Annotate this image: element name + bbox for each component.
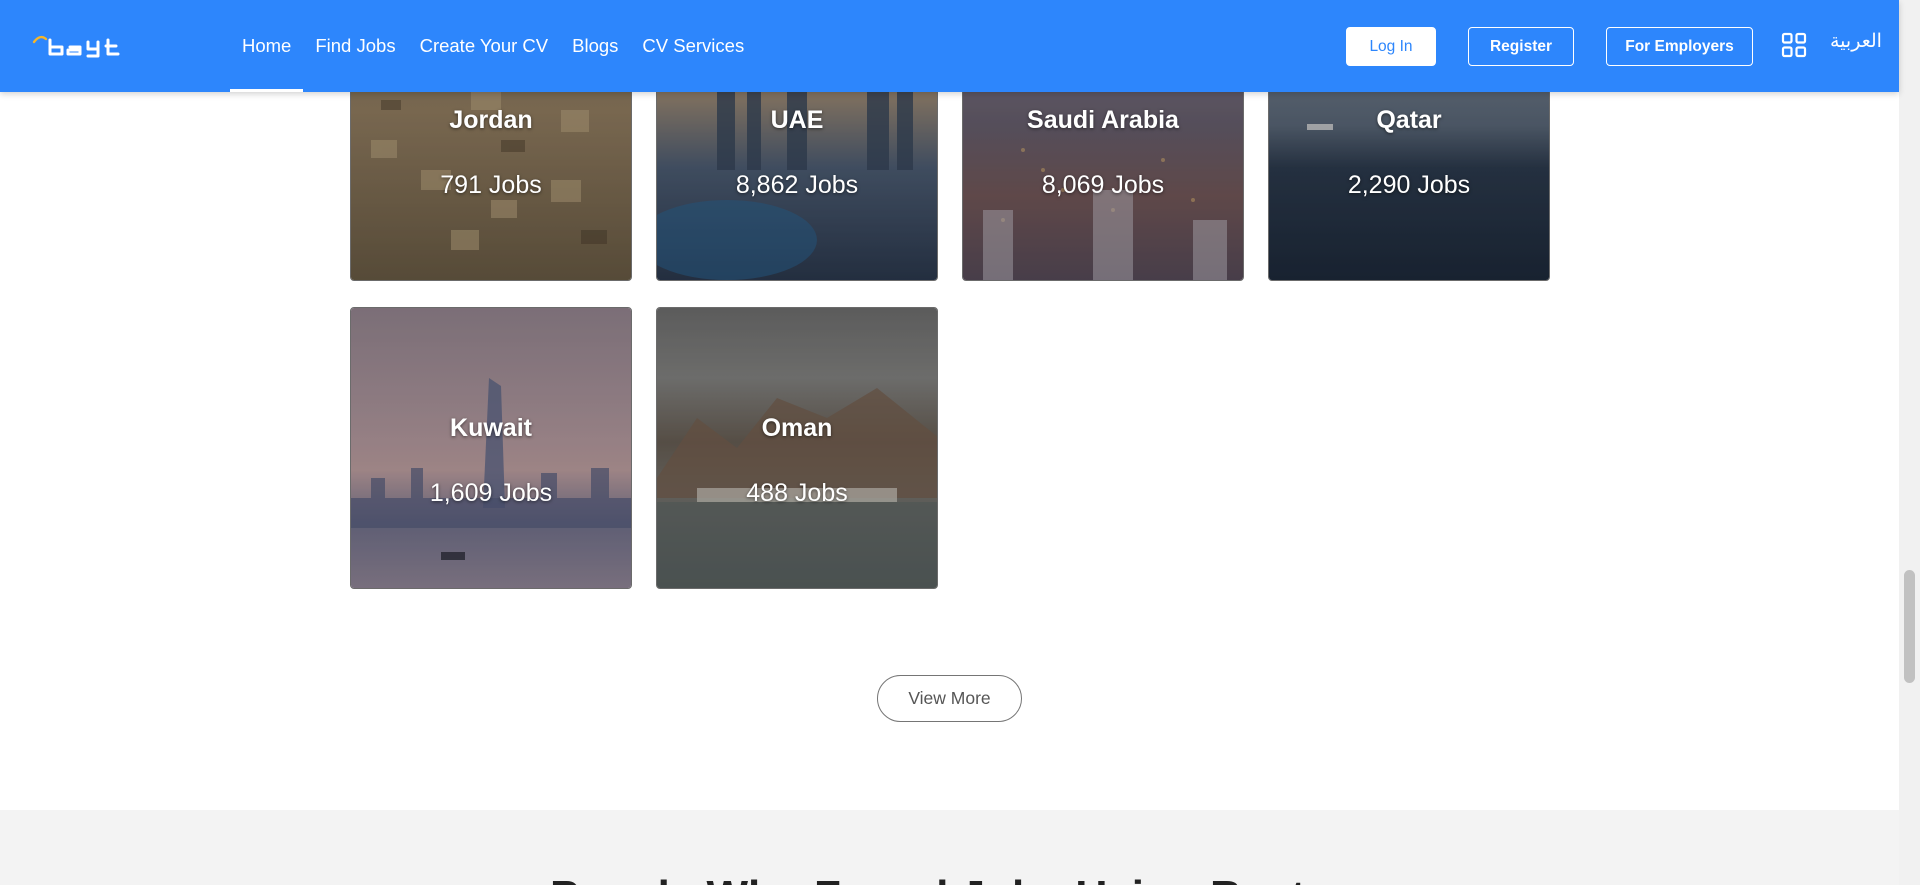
country-name: Qatar bbox=[1376, 106, 1442, 134]
nav-blogs[interactable]: Blogs bbox=[560, 0, 630, 92]
nav-create-cv[interactable]: Create Your CV bbox=[408, 0, 561, 92]
country-job-count: 488 Jobs bbox=[746, 479, 848, 507]
country-job-count: 1,609 Jobs bbox=[429, 479, 553, 507]
grid-icon[interactable] bbox=[1781, 32, 1807, 58]
country-card-oman[interactable]: Oman 488 Jobs bbox=[656, 307, 938, 589]
nav-cv-services[interactable]: CV Services bbox=[630, 0, 756, 92]
country-job-count: 2,290 Jobs bbox=[1347, 171, 1471, 199]
bayt-logo[interactable] bbox=[30, 28, 142, 64]
language-switch[interactable]: العربية bbox=[1830, 30, 1882, 53]
register-button[interactable]: Register bbox=[1468, 27, 1574, 66]
nav-find-jobs[interactable]: Find Jobs bbox=[303, 0, 407, 92]
country-card-kuwait[interactable]: Kuwait 1,609 Jobs bbox=[350, 307, 632, 589]
scrollbar-thumb[interactable] bbox=[1904, 570, 1915, 683]
nav-home[interactable]: Home bbox=[230, 0, 304, 92]
country-name: Kuwait bbox=[450, 414, 532, 442]
main-nav: Home Find Jobs Create Your CV Blogs CV S… bbox=[230, 0, 756, 92]
site-header: Home Find Jobs Create Your CV Blogs CV S… bbox=[0, 0, 1899, 92]
country-job-count: 8,069 Jobs bbox=[1041, 171, 1165, 199]
page-scrollbar[interactable] bbox=[1899, 0, 1920, 885]
country-name: UAE bbox=[770, 106, 824, 134]
bayt-logo-mark bbox=[32, 35, 120, 58]
country-job-count: 791 Jobs bbox=[440, 171, 542, 199]
login-button[interactable]: Log In bbox=[1346, 27, 1436, 66]
section-heading: People Who Found Jobs Using Bayt bbox=[550, 872, 1305, 885]
country-name: Saudi Arabia bbox=[1027, 106, 1179, 134]
for-employers-button[interactable]: For Employers bbox=[1606, 27, 1753, 66]
country-name: Oman bbox=[761, 414, 833, 442]
view-more-button[interactable]: View More bbox=[877, 675, 1022, 722]
country-job-count: 8,862 Jobs bbox=[735, 171, 859, 199]
country-name: Jordan bbox=[449, 106, 533, 134]
